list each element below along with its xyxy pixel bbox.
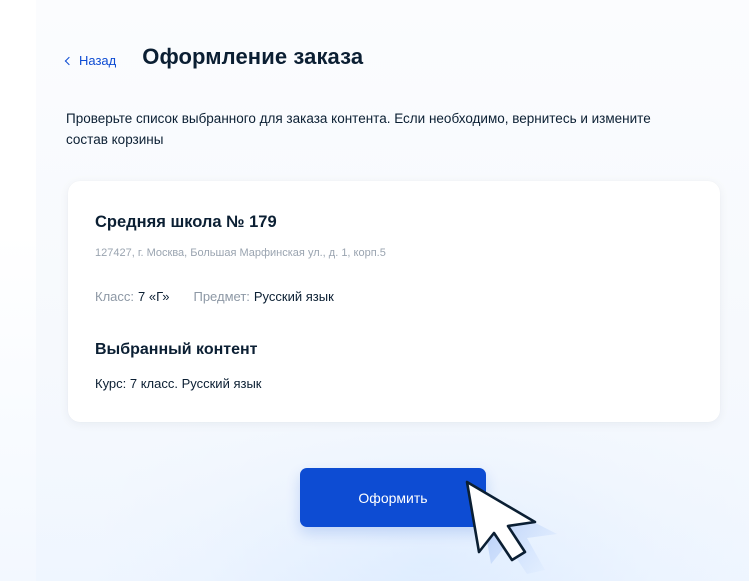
page-title: Оформление заказа xyxy=(142,44,364,69)
back-link-label: Назад xyxy=(79,53,117,68)
order-card: Средняя школа № 179 127427, г. Москва, Б… xyxy=(68,181,720,422)
page-background: Назад Оформление заказа Проверьте список… xyxy=(0,0,749,581)
class-info: Класс: 7 «Г» xyxy=(95,289,169,304)
selected-content-title: Выбранный контент xyxy=(95,341,258,358)
subject-value: Русский язык xyxy=(253,289,334,304)
class-subject-info: Класс: 7 «Г» Предмет: Русский язык xyxy=(95,289,334,304)
back-link[interactable]: Назад xyxy=(64,53,117,68)
page-header: Назад Оформление заказа xyxy=(64,44,364,70)
class-value: 7 «Г» xyxy=(138,289,170,304)
class-label: Класс: xyxy=(95,289,134,304)
selected-course: Курс: 7 класс. Русский язык xyxy=(95,376,262,391)
page-description: Проверьте список выбранного для заказа к… xyxy=(66,111,651,147)
submit-order-button[interactable]: Оформить xyxy=(300,468,486,527)
subject-label: Предмет: xyxy=(193,289,250,304)
subject-info: Предмет: Русский язык xyxy=(193,289,333,304)
school-name: Средняя школа № 179 xyxy=(95,213,277,231)
school-address: 127427, г. Москва, Большая Марфинская ул… xyxy=(95,247,386,259)
chevron-left-icon xyxy=(64,56,74,66)
